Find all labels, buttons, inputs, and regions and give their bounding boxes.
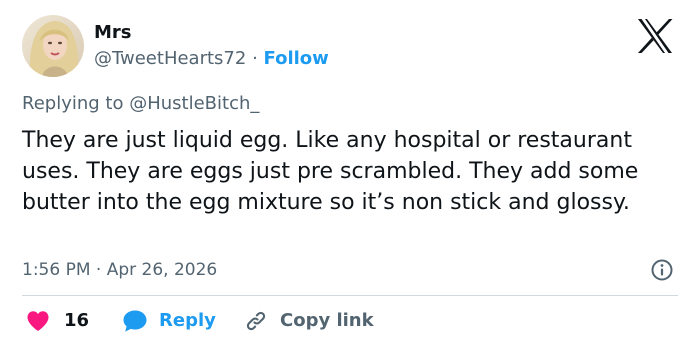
link-icon xyxy=(244,309,268,333)
speech-bubble-icon xyxy=(122,309,148,333)
replying-to-prefix: Replying to xyxy=(22,93,124,114)
handle-separator: · xyxy=(252,48,258,69)
copy-link-label: Copy link xyxy=(280,310,374,331)
tweet-time[interactable]: 1:56 PM xyxy=(22,260,91,280)
replying-to: Replying to @HustleBitch_ xyxy=(22,92,259,116)
heart-icon xyxy=(26,310,50,332)
x-logo-icon[interactable] xyxy=(634,16,676,56)
divider xyxy=(22,295,678,296)
tweet-text: They are just liquid egg. Like any hospi… xyxy=(22,128,639,215)
author-handle[interactable]: @TweetHearts72 xyxy=(94,48,246,69)
info-icon[interactable] xyxy=(650,258,674,282)
tweet-date[interactable]: Apr 26, 2026 xyxy=(107,260,218,280)
follow-button[interactable]: Follow xyxy=(264,48,329,69)
reply-button[interactable]: Reply xyxy=(122,308,216,334)
like-button[interactable]: 16 xyxy=(26,308,89,334)
author-display-name[interactable]: Mrs xyxy=(94,21,132,45)
avatar[interactable] xyxy=(22,15,84,77)
copy-link-button[interactable]: Copy link xyxy=(244,308,374,334)
like-count: 16 xyxy=(64,310,90,331)
tweet-timestamp[interactable]: 1:56 PM · Apr 26, 2026 xyxy=(22,258,217,282)
reply-label: Reply xyxy=(159,310,216,331)
replying-to-handle[interactable]: @HustleBitch_ xyxy=(129,93,259,114)
timestamp-separator: · xyxy=(95,260,102,280)
author-handle-row: @TweetHearts72 · Follow xyxy=(94,47,329,71)
